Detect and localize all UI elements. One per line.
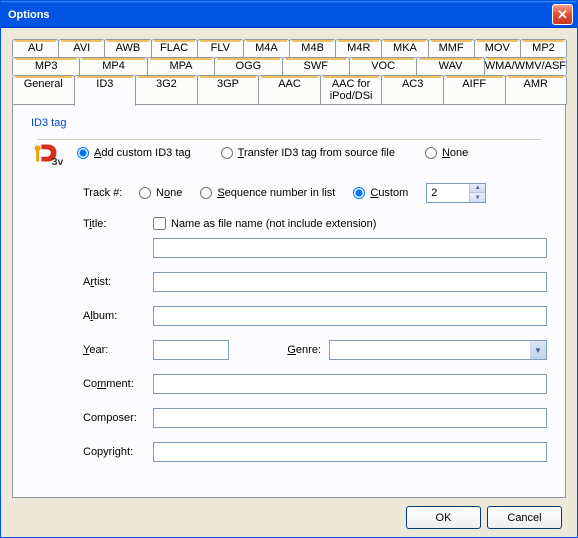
- copyright-input[interactable]: [153, 442, 547, 462]
- tab-mka[interactable]: MKA: [381, 39, 428, 57]
- year-label: Year:: [83, 344, 153, 356]
- tab-general[interactable]: General: [12, 75, 75, 105]
- tab-mp4[interactable]: MP4: [79, 57, 147, 75]
- track-number-spinner[interactable]: ▲ ▼: [426, 183, 486, 203]
- radio-transfer[interactable]: Transfer ID3 tag from source file: [221, 147, 395, 159]
- artist-input[interactable]: [153, 272, 547, 292]
- tab-mp2[interactable]: MP2: [520, 39, 567, 57]
- tab-mmf[interactable]: MMF: [428, 39, 475, 57]
- tab-m4r[interactable]: M4R: [335, 39, 382, 57]
- year-input[interactable]: [153, 340, 229, 360]
- radio-track-seq[interactable]: Sequence number in list: [200, 187, 335, 199]
- options-dialog: Options ✕ AUAVIAWBFLACFLVM4AM4BM4RMKAMMF…: [0, 0, 578, 538]
- genre-input[interactable]: [330, 341, 530, 359]
- track-label: Track #:: [83, 187, 139, 199]
- spin-up-icon[interactable]: ▲: [470, 184, 485, 193]
- track-number-input[interactable]: [427, 184, 469, 202]
- tab-strip: AUAVIAWBFLACFLVM4AM4BM4RMKAMMFMOVMP2 MP3…: [12, 39, 566, 105]
- name-as-file-checkbox[interactable]: Name as file name (not include extension…: [153, 217, 376, 230]
- tab-aiff[interactable]: AIFF: [443, 75, 506, 105]
- tab-wav[interactable]: WAV: [416, 57, 484, 75]
- fieldset-label: ID3 tag: [31, 117, 547, 129]
- close-icon[interactable]: ✕: [552, 4, 573, 25]
- tab-m4a[interactable]: M4A: [243, 39, 290, 57]
- tab-awb[interactable]: AWB: [104, 39, 151, 57]
- album-label: Album:: [83, 310, 153, 322]
- tab-mov[interactable]: MOV: [474, 39, 521, 57]
- radio-none[interactable]: None: [425, 147, 468, 159]
- ok-button[interactable]: OK: [406, 506, 481, 529]
- tab-swf[interactable]: SWF: [282, 57, 350, 75]
- tab-aac-for-ipod-dsi[interactable]: AAC for iPod/DSi: [320, 75, 383, 105]
- tab-flv[interactable]: FLV: [197, 39, 244, 57]
- copyright-label: Copyright:: [83, 446, 153, 458]
- artist-label: Artist:: [83, 276, 153, 288]
- tab-flac[interactable]: FLAC: [151, 39, 198, 57]
- comment-input[interactable]: [153, 374, 547, 394]
- tab-aac[interactable]: AAC: [258, 75, 321, 105]
- tab-amr[interactable]: AMR: [505, 75, 568, 105]
- composer-input[interactable]: [153, 408, 547, 428]
- tab-3gp[interactable]: 3GP: [197, 75, 260, 105]
- id3-logo-icon: 3v2: [31, 137, 63, 169]
- svg-text:3v2: 3v2: [52, 157, 63, 168]
- tab-panel: ID3 tag 3v2 Add custom ID3 tag: [12, 104, 566, 498]
- window-title: Options: [5, 9, 552, 21]
- composer-label: Composer:: [83, 412, 153, 424]
- tab-voc[interactable]: VOC: [349, 57, 417, 75]
- genre-combo[interactable]: ▼: [329, 340, 547, 360]
- radio-track-none[interactable]: None: [139, 187, 182, 199]
- genre-label: Genre:: [269, 344, 329, 356]
- radio-add-custom[interactable]: Add custom ID3 tag: [77, 147, 191, 159]
- radio-track-custom[interactable]: Custom: [353, 187, 408, 199]
- chevron-down-icon[interactable]: ▼: [530, 341, 546, 359]
- comment-label: Comment:: [83, 378, 153, 390]
- title-input[interactable]: [153, 238, 547, 258]
- tab-3g2[interactable]: 3G2: [135, 75, 198, 105]
- album-input[interactable]: [153, 306, 547, 326]
- tab-ac3[interactable]: AC3: [381, 75, 444, 105]
- cancel-button[interactable]: Cancel: [487, 506, 562, 529]
- spin-down-icon[interactable]: ▼: [470, 193, 485, 202]
- tab-m4b[interactable]: M4B: [289, 39, 336, 57]
- tab-au[interactable]: AU: [12, 39, 59, 57]
- tab-wma-wmv-asf[interactable]: WMA/WMV/ASF: [484, 57, 567, 75]
- tab-mp3[interactable]: MP3: [12, 57, 80, 75]
- tab-ogg[interactable]: OGG: [214, 57, 282, 75]
- tab-id3[interactable]: ID3: [74, 75, 137, 106]
- title-label: Title:: [83, 218, 153, 230]
- titlebar: Options ✕: [1, 1, 577, 28]
- tab-mpa[interactable]: MPA: [147, 57, 215, 75]
- tab-avi[interactable]: AVI: [58, 39, 105, 57]
